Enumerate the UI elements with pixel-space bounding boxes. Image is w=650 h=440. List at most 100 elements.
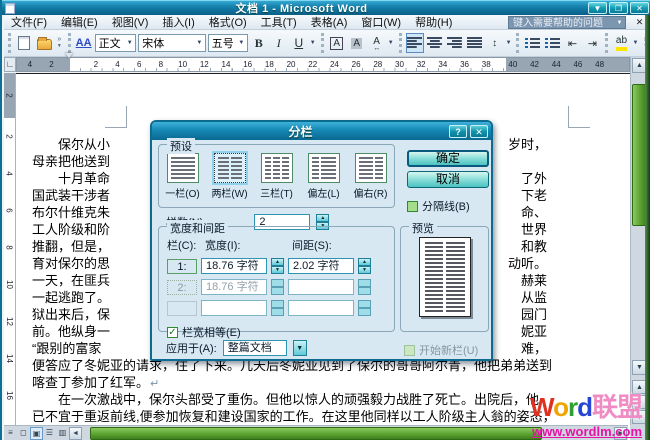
menu-item[interactable]: 编辑(E) [54,13,105,31]
ruler-number: 40 [502,59,524,70]
distribute-button[interactable] [466,33,484,53]
ok-button[interactable]: 确定 [407,150,489,167]
outline-view-button[interactable]: ☰ [43,427,56,440]
toolbar-separator [321,33,324,53]
menu-item[interactable]: 插入(I) [155,13,201,31]
preset-columns-icon [308,153,340,183]
preset-option[interactable]: 偏右(R) [349,153,393,200]
bold-button[interactable]: B [250,33,268,53]
spacing-header: 间距(S): [292,237,375,253]
chevron-down-icon[interactable]: ▼ [293,340,307,356]
spin-up-icon[interactable]: ▲ [316,214,329,222]
cancel-button[interactable]: 取消 [407,171,489,188]
print-layout-view-button[interactable]: ▣ [30,427,43,440]
character-shading-icon: A [351,38,362,49]
menu-item[interactable]: 文件(F) [4,13,54,31]
highlight-button[interactable]: ab [612,33,630,53]
horizontal-ruler[interactable]: 42 2468101214161820222426283032343638 40… [16,57,630,72]
menu-item[interactable]: 格式(O) [202,13,254,31]
chevron-down-icon[interactable]: ▼ [310,40,317,46]
start-new-column-label: 开始新栏(U) [419,342,478,358]
bullet-list-button[interactable] [543,33,561,53]
new-document-button[interactable] [15,33,33,53]
spinner[interactable]: ▲▼ [271,258,284,274]
font-combobox[interactable]: 宋体 ▼ [138,34,206,52]
ruler-number: 32 [410,59,432,70]
character-shading-button[interactable]: A [348,33,366,53]
normal-view-button[interactable]: ≡ [4,427,17,440]
menu-item[interactable]: 表格(A) [304,13,355,31]
styles-and-formatting-button[interactable]: AA [75,33,93,53]
minimize-button[interactable]: ▼ [588,2,607,14]
italic-button[interactable]: I [270,33,288,53]
chevron-down-icon[interactable]: ▼ [194,40,205,46]
vertical-ruler-margin: 2 [4,73,15,118]
decrease-indent-button[interactable]: ⇤ [563,33,581,53]
ruler-number: 28 [367,59,389,70]
toolbar-overflow-button[interactable]: » ▼ [55,37,64,49]
menu-item[interactable]: 工具(T) [254,13,304,31]
open-button[interactable] [35,33,53,53]
line-spacing-button[interactable]: ↕ [486,33,504,53]
close-button[interactable]: ✕ [630,2,649,14]
chevron-down-icon[interactable]: ▼ [388,40,395,46]
preset-label: 偏右(R) [349,185,393,200]
text-boundary-corner-mark [568,106,590,128]
chevron-down-icon[interactable]: ▼ [614,17,625,28]
spinner[interactable]: ▲▼ [358,258,371,274]
chevron-down-icon[interactable]: ▼ [506,40,513,46]
preset-option[interactable]: 偏左(L) [302,153,346,200]
align-center-button[interactable] [426,33,444,53]
reading-layout-view-button[interactable]: ▥ [56,427,69,440]
column-spacing-input[interactable]: 2.02 字符 [288,258,354,274]
menu-item[interactable]: 视图(V) [105,13,156,31]
character-scale-button[interactable]: A↔ [368,33,386,53]
scroll-left-button[interactable]: ◄ [69,427,82,440]
chevron-down-icon[interactable]: ▼ [632,40,639,46]
start-new-column-checkbox [404,345,415,356]
column-width-input[interactable]: 18.76 字符 [201,258,267,274]
help-question-box[interactable]: 键入需要帮助的问题 ▼ [508,16,626,29]
toolbar-separator [605,33,608,53]
web-layout-view-button[interactable]: ◻ [17,427,30,440]
horizontal-scrollbar-thumb[interactable] [90,427,542,440]
dialog-title-bar[interactable]: 分栏 ? ✕ [152,122,491,140]
menu-bar: 文件(F)编辑(E)视图(V)插入(I)格式(O)工具(T)表格(A)窗口(W)… [4,15,650,30]
line-spacing-icon: ↕ [492,38,497,49]
chevron-down-icon[interactable]: ▼ [236,40,247,46]
chevron-down-icon[interactable]: ▼ [124,40,135,46]
ruler-number: 2 [85,59,107,70]
column-spacing-input [288,279,354,295]
menu-item[interactable]: 窗口(W) [354,13,408,31]
width-header: 宽度(I): [205,237,288,253]
equal-width-checkbox[interactable]: ✓ [167,327,178,338]
style-combobox[interactable]: 正文 ▼ [95,34,137,52]
character-border-button[interactable]: A [328,33,346,53]
numbered-list-button[interactable] [523,33,541,53]
toolbar-drag-handle[interactable] [68,33,71,53]
dialog-close-button[interactable]: ✕ [470,125,488,138]
increase-indent-button[interactable]: ⇥ [583,33,601,53]
menu-item[interactable]: 帮助(H) [408,13,459,31]
columns-dialog[interactable]: 分栏 ? ✕ 预设 一栏(O)两栏(W)三栏(T)偏左(L)偏右(R) 栏数(N… [150,120,493,361]
tab-selector-button[interactable]: ∟ [4,57,16,72]
line-between-checkbox-row[interactable]: 分隔线(B) [407,198,470,214]
align-right-button[interactable] [446,33,464,53]
preset-option[interactable]: 一栏(O) [161,153,205,200]
underline-button[interactable]: U [290,33,308,53]
toolbar-drag-handle[interactable] [8,33,11,53]
align-left-button[interactable] [406,33,424,53]
font-size-combobox[interactable]: 五号 ▼ [208,34,248,52]
preset-option[interactable]: 两栏(W) [208,153,252,200]
presets-group-label: 预设 [167,138,195,154]
highlight-icon: ab [616,35,627,51]
ruler-number: 30 [389,59,411,70]
preset-option[interactable]: 三栏(T) [255,153,299,200]
line-between-checkbox[interactable] [407,201,418,212]
equal-width-checkbox-row[interactable]: ✓ 栏宽相等(E) [167,324,394,340]
dialog-help-button[interactable]: ? [449,125,467,138]
text-boundary-corner-mark [105,106,127,128]
vertical-ruler[interactable]: 2 246810121416 [4,73,16,425]
restore-button[interactable]: ❐ [609,2,628,14]
apply-to-dropdown[interactable]: 整篇文档 [223,340,287,356]
